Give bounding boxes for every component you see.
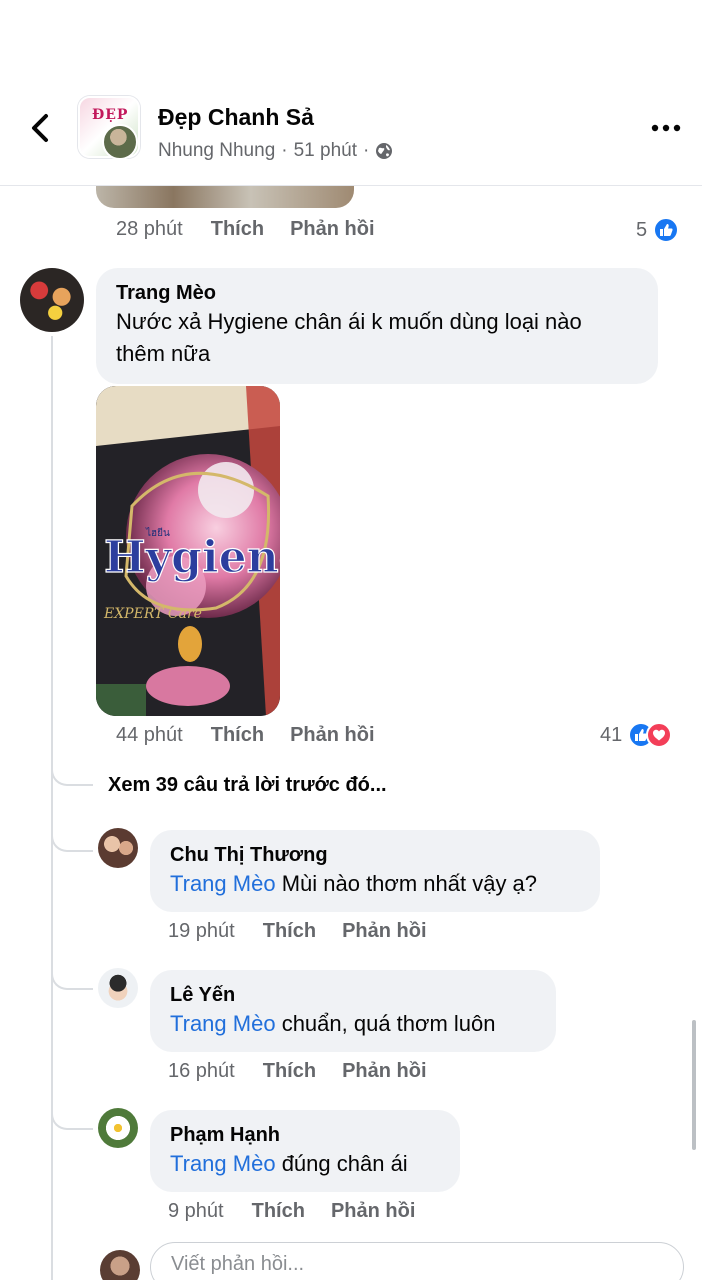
post-subtitle: Nhung Nhung · 51 phút · (158, 140, 393, 162)
thread-line (51, 336, 53, 1280)
post-time: 51 phút (293, 140, 357, 161)
reply-input[interactable]: Viết phản hồi... (150, 1242, 684, 1280)
reply-message: chuẩn, quá thơm luôn (275, 1011, 496, 1036)
reply-time: 16 phút (168, 1060, 235, 1082)
replier-name[interactable]: Phạm Hạnh (170, 1122, 440, 1148)
comment-reactions[interactable]: 41 (600, 722, 673, 748)
globe-icon (376, 143, 393, 159)
reaction-count: 41 (600, 723, 623, 746)
comment-text-line: Nước xả Hygiene chân ái k muốn dùng loại… (116, 309, 582, 334)
reply-time: 9 phút (168, 1200, 224, 1222)
reaction-count: 5 (636, 218, 648, 241)
replier-avatar[interactable] (98, 1108, 138, 1148)
thread-connector (51, 968, 93, 990)
like-button[interactable]: Thích (252, 1200, 305, 1223)
group-avatar-logo-text: ĐẸP (92, 107, 129, 123)
previous-comment-meta: 28 phút Thích Phản hồi (116, 218, 401, 241)
post-header: ĐẸP Đẹp Chanh Sả Nhung Nhung · 51 phút · (0, 0, 702, 186)
reply-meta: 16 phút Thích Phản hồi (168, 1060, 453, 1083)
replier-avatar[interactable] (98, 828, 138, 868)
reply-bubble: Phạm Hạnh Trang Mèo đúng chân ái (150, 1110, 460, 1192)
mention-link[interactable]: Trang Mèo (170, 1151, 276, 1176)
separator: · (281, 140, 288, 161)
previous-comment-image[interactable] (96, 186, 354, 208)
reply-text: Trang Mèo đúng chân ái (170, 1148, 440, 1180)
back-arrow-icon[interactable] (22, 108, 58, 148)
reply-text: Trang Mèo Mùi nào thơm nhất vậy ạ? (170, 868, 580, 900)
reply-button[interactable]: Phản hồi (290, 218, 374, 241)
comment-photo[interactable]: Hygiene EXPERT Care ไฮยีน (96, 386, 280, 716)
like-reaction-icon (653, 217, 680, 243)
love-reaction-icon (646, 722, 673, 748)
replier-avatar[interactable] (98, 968, 138, 1008)
previous-comment-reactions[interactable]: 5 (636, 217, 680, 243)
reply-button[interactable]: Phản hồi (331, 1200, 415, 1223)
reply-message: đúng chân ái (275, 1151, 408, 1176)
reply-bubble: Chu Thị Thương Trang Mèo Mùi nào thơm nh… (150, 830, 600, 912)
current-user-avatar (100, 1250, 140, 1280)
reply-button[interactable]: Phản hồi (290, 724, 374, 747)
reply-text: Trang Mèo chuẩn, quá thơm luôn (170, 1008, 536, 1040)
reply-message: Mùi nào thơm nhất vậy ạ? (275, 871, 538, 896)
replier-name[interactable]: Lê Yến (170, 982, 536, 1008)
more-dots-icon[interactable] (646, 112, 686, 144)
commenter-name[interactable]: Trang Mèo (116, 280, 638, 306)
mention-link[interactable]: Trang Mèo (170, 1011, 276, 1036)
like-button[interactable]: Thích (211, 724, 264, 747)
comment-bubble: Trang Mèo Nước xả Hygiene chân ái k muốn… (96, 268, 658, 384)
separator: · (363, 140, 370, 161)
comment-meta: 44 phút Thích Phản hồi (116, 724, 401, 747)
replier-name[interactable]: Chu Thị Thương (170, 842, 580, 868)
scrollbar[interactable] (692, 1020, 696, 1150)
thread-connector (51, 830, 93, 852)
like-button[interactable]: Thích (211, 218, 264, 241)
thread-connector (51, 764, 93, 786)
reply-time: 19 phút (168, 920, 235, 942)
mention-link[interactable]: Trang Mèo (170, 871, 276, 896)
product-brand-text: Hygiene (104, 532, 280, 583)
comment-time: 28 phút (116, 218, 183, 240)
author-name[interactable]: Nhung Nhung (158, 140, 275, 162)
commenter-avatar[interactable] (20, 268, 84, 332)
product-sub-text: EXPERT Care (103, 606, 202, 622)
comment-time: 44 phút (116, 724, 183, 746)
reply-meta: 19 phút Thích Phản hồi (168, 920, 453, 943)
comment-text: Nước xả Hygiene chân ái k muốn dùng loại… (116, 306, 638, 370)
reply-bubble: Lê Yến Trang Mèo chuẩn, quá thơm luôn (150, 970, 556, 1052)
like-button[interactable]: Thích (263, 920, 316, 943)
product-small-text: ไฮยีน (145, 527, 170, 539)
reply-meta: 9 phút Thích Phản hồi (168, 1200, 441, 1223)
group-name[interactable]: Đẹp Chanh Sả (158, 104, 314, 131)
reply-button[interactable]: Phản hồi (342, 1060, 426, 1083)
view-previous-replies-link[interactable]: Xem 39 câu trả lời trước đó... (108, 774, 387, 797)
thread-connector (51, 1108, 93, 1130)
reply-button[interactable]: Phản hồi (342, 920, 426, 943)
like-button[interactable]: Thích (263, 1060, 316, 1083)
author-avatar[interactable] (102, 124, 138, 160)
comment-text-line: thêm nữa (116, 341, 211, 366)
